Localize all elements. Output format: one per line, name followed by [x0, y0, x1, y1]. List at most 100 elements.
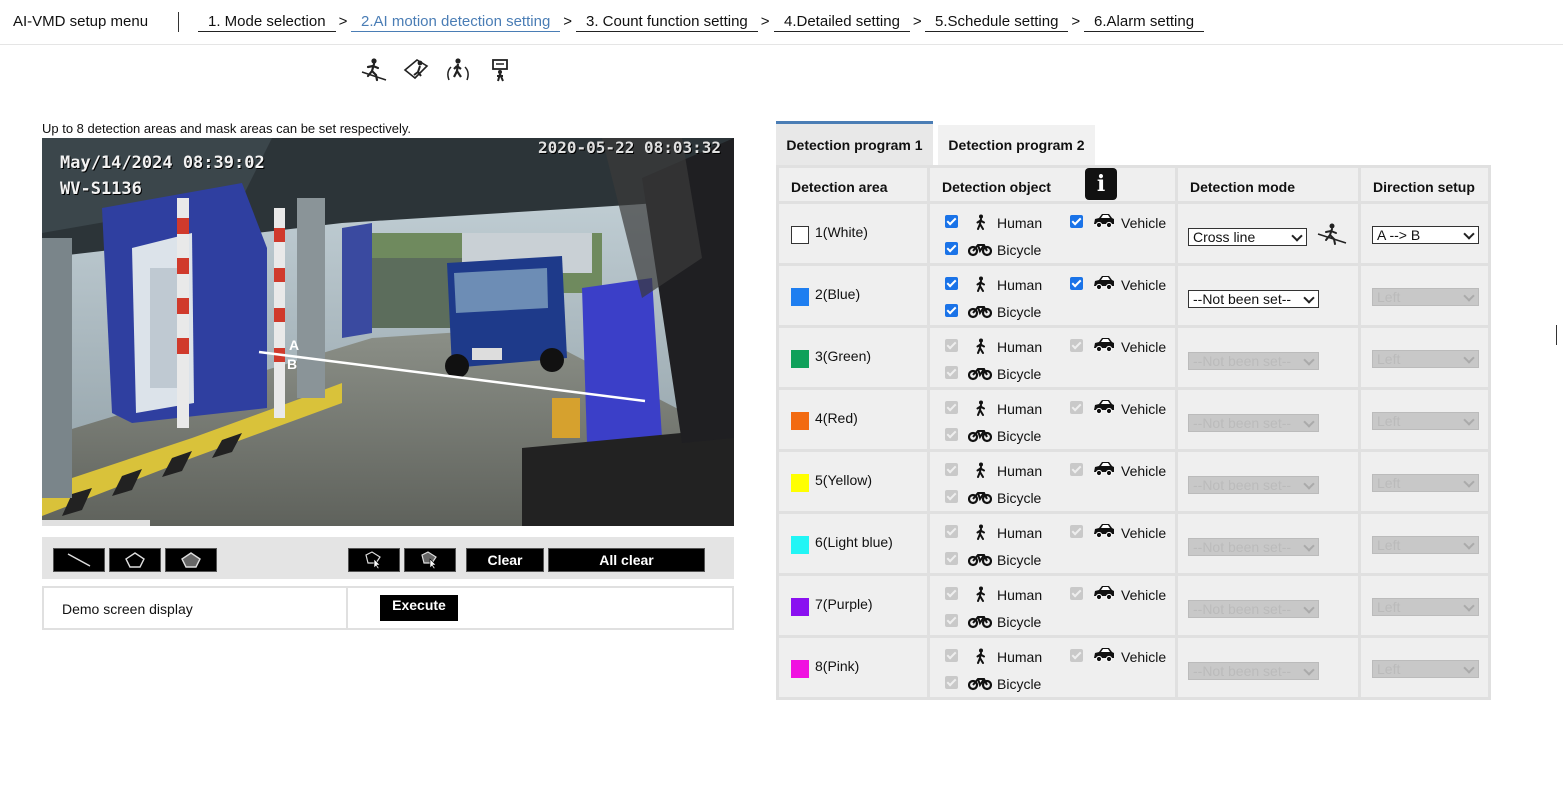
bicycle-checkbox — [945, 428, 958, 441]
detection-object-cell: Human Vehicle Bicycle — [927, 263, 1178, 328]
table-row: 5(Yellow) Human Vehicle Bicycle --Not been s… — [776, 449, 1491, 514]
direction-setup-cell: Left — [1358, 573, 1491, 638]
direction-setup-cell: A --> B — [1358, 201, 1491, 266]
breadcrumb-step-5[interactable]: 5.Schedule setting > — [925, 13, 1080, 32]
detection-mode-select: --Not been set-- — [1188, 600, 1319, 618]
direction-select[interactable]: A --> B — [1372, 226, 1479, 244]
vehicle-icon — [1093, 523, 1115, 539]
breadcrumb-step-6[interactable]: 6.Alarm setting — [1084, 13, 1205, 32]
vehicle-checkbox — [1070, 525, 1083, 538]
breadcrumb-label: 4.Detailed setting — [774, 13, 910, 32]
human-checkbox — [945, 525, 958, 538]
info-icon[interactable]: i — [1085, 168, 1117, 200]
table-row: 8(Pink) Human Vehicle Bicycle --Not been set… — [776, 635, 1491, 700]
detection-object-cell: Human Vehicle Bicycle — [927, 635, 1178, 700]
chevron-down-icon — [1463, 352, 1475, 364]
loitering-icon[interactable] — [444, 56, 472, 84]
vehicle-checkbox[interactable] — [1070, 215, 1083, 228]
vehicle-label: Vehicle — [1121, 277, 1167, 293]
breadcrumb-step-4[interactable]: 4.Detailed setting > — [774, 13, 922, 32]
mode-icon-bar — [360, 56, 514, 84]
bicycle-checkbox[interactable] — [945, 304, 958, 317]
polygon-tool-button[interactable] — [109, 548, 161, 572]
breadcrumb-separator: > — [563, 13, 573, 30]
detection-mode-cell: Cross line — [1175, 201, 1361, 266]
header-detection-object: Detection object — [927, 165, 1178, 204]
area-intrusion-icon[interactable] — [402, 56, 430, 84]
cross-line-icon[interactable] — [360, 56, 388, 84]
chevron-down-icon — [1463, 290, 1475, 302]
camera-timestamp-2: 2020-05-22 08:03:32 — [538, 138, 722, 157]
tab-detection-program-1[interactable]: Detection program 1 — [776, 121, 933, 165]
detection-mode-select[interactable]: Cross line — [1188, 228, 1307, 246]
area-color-swatch — [791, 226, 809, 244]
human-icon — [972, 462, 990, 478]
direction-value: Left — [1377, 537, 1401, 553]
direction-select: Left — [1372, 598, 1479, 616]
vehicle-label: Vehicle — [1121, 339, 1167, 355]
line-label-b: B — [287, 356, 298, 372]
human-label: Human — [997, 277, 1043, 293]
table-row: 6(Light blue) Human Vehicle Bicycle --Not be… — [776, 511, 1491, 576]
vehicle-label: Vehicle — [1121, 649, 1167, 665]
area-color-swatch — [791, 598, 809, 616]
direction-value: Left — [1377, 599, 1401, 615]
detection-mode-value: --Not been set-- — [1193, 415, 1292, 431]
bicycle-checkbox — [945, 552, 958, 565]
detection-area-cell: 2(Blue) — [776, 263, 930, 328]
detection-object-cell: Human Vehicle Bicycle — [927, 325, 1178, 390]
demo-screen-row: Demo screen display Execute — [42, 586, 734, 630]
area-label: 7(Purple) — [815, 596, 873, 612]
polygon-tool-icon — [125, 552, 145, 568]
chevron-down-icon — [1291, 230, 1303, 242]
breadcrumb-label: 5.Schedule setting — [925, 13, 1069, 32]
vehicle-icon — [1093, 585, 1115, 601]
bicycle-label: Bicycle — [997, 242, 1042, 258]
breadcrumb-step-2[interactable]: 2.AI motion detection setting > — [351, 13, 572, 32]
breadcrumb-separator: > — [912, 13, 922, 30]
area-label: 8(Pink) — [815, 658, 860, 674]
breadcrumb-step-1[interactable]: 1. Mode selection > — [198, 13, 347, 32]
area-label: 2(Blue) — [815, 286, 861, 302]
bicycle-checkbox — [945, 614, 958, 627]
all-clear-button[interactable]: All clear — [548, 548, 705, 572]
camera-scene — [42, 138, 734, 526]
vehicle-label: Vehicle — [1121, 525, 1167, 541]
human-icon — [972, 648, 990, 664]
bicycle-checkbox[interactable] — [945, 242, 958, 255]
select-cursor-button[interactable] — [348, 548, 400, 572]
bicycle-icon — [967, 551, 993, 567]
clear-button[interactable]: Clear — [466, 548, 544, 572]
bicycle-icon — [967, 303, 993, 319]
chevron-down-icon — [1463, 538, 1475, 550]
breadcrumb-separator: > — [1071, 13, 1081, 30]
line-tool-button[interactable] — [53, 548, 105, 572]
vehicle-checkbox — [1070, 339, 1083, 352]
human-checkbox[interactable] — [945, 277, 958, 290]
chevron-down-icon — [1303, 292, 1315, 304]
chevron-down-icon — [1463, 600, 1475, 612]
tab-detection-program-2[interactable]: Detection program 2 — [938, 125, 1095, 165]
detection-mode-select: --Not been set-- — [1188, 352, 1319, 370]
human-label: Human — [997, 401, 1043, 417]
chevron-down-icon — [1463, 662, 1475, 674]
detection-mode-select[interactable]: --Not been set-- — [1188, 290, 1319, 308]
detection-area-note: Up to 8 detection areas and mask areas c… — [42, 121, 412, 136]
detection-object-cell: Human Vehicle Bicycle — [927, 511, 1178, 576]
detection-object-cell: Human Vehicle Bicycle — [927, 449, 1178, 514]
chevron-down-icon — [1303, 416, 1315, 428]
chevron-down-icon — [1463, 414, 1475, 426]
vehicle-checkbox[interactable] — [1070, 277, 1083, 290]
detection-object-cell: Human Vehicle Bicycle — [927, 201, 1178, 266]
execute-button[interactable]: Execute — [380, 595, 458, 621]
move-cursor-button[interactable] — [404, 548, 456, 572]
demo-screen-label: Demo screen display — [62, 601, 193, 617]
camera-preview[interactable]: May/14/2024 08:39:02 WV-S1136 2020-05-22… — [42, 138, 734, 526]
human-checkbox[interactable] — [945, 215, 958, 228]
area-label: 1(White) — [815, 224, 868, 240]
mask-polygon-tool-button[interactable] — [165, 548, 217, 572]
stay-detection-icon[interactable] — [486, 56, 514, 84]
breadcrumb-step-3[interactable]: 3. Count function setting > — [576, 13, 770, 32]
detection-area-cell: 6(Light blue) — [776, 511, 930, 576]
vehicle-checkbox — [1070, 649, 1083, 662]
